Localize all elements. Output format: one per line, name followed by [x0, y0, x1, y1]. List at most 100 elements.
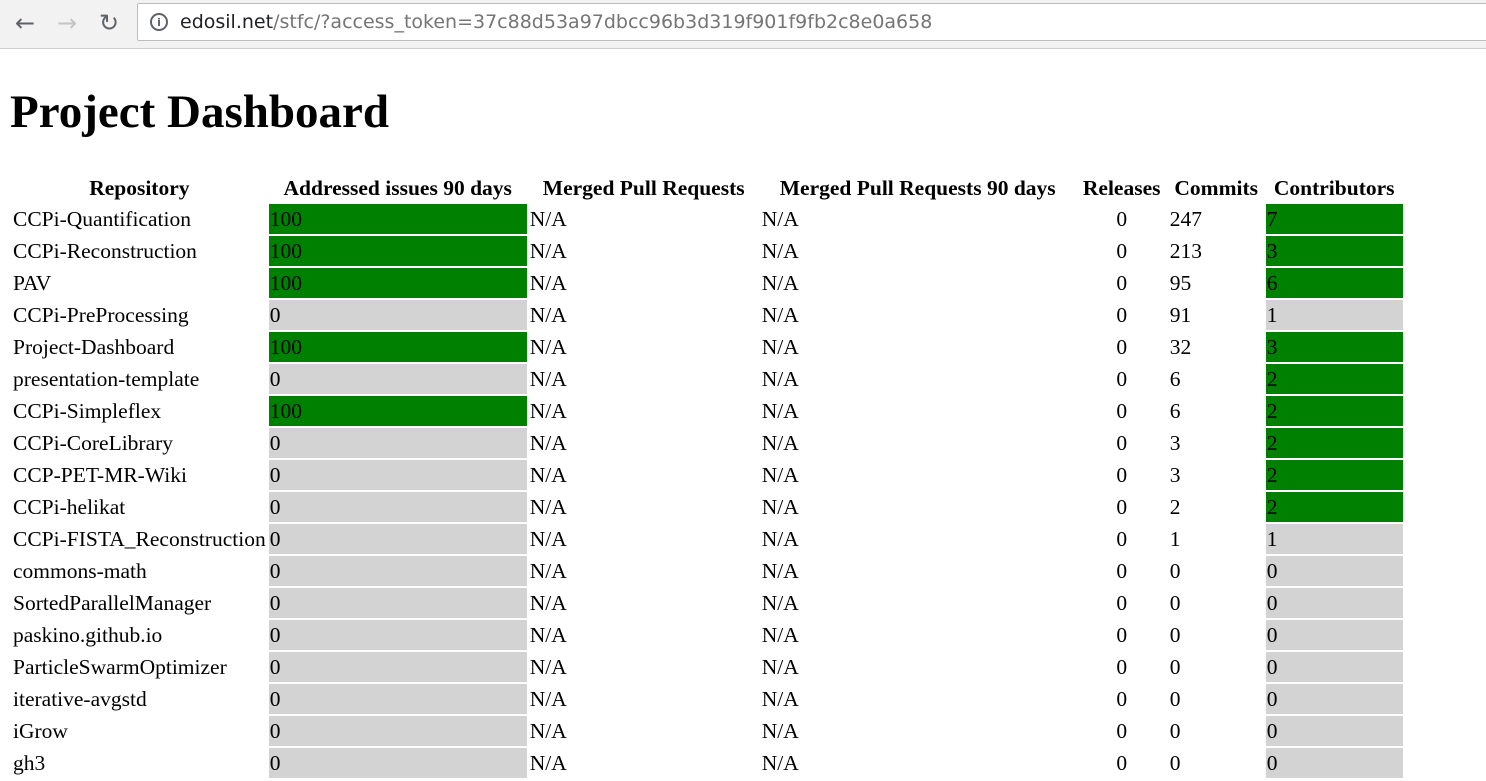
contributors-cell: 3	[1265, 236, 1403, 266]
releases-cell: 0	[1116, 751, 1128, 775]
releases-cell: 0	[1116, 303, 1128, 327]
merged-pull-requests-cell: N/A	[529, 591, 567, 615]
releases-cell: 0	[1116, 495, 1128, 519]
merged-pull-requests-90-cell: N/A	[761, 463, 799, 487]
table-body: CCPi-Quantification 100 N/A N/A 0 247 7 CCPi-Re…	[12, 204, 1403, 778]
commits-cell: 95	[1169, 271, 1192, 295]
merged-pull-requests-cell: N/A	[529, 559, 567, 583]
merged-pull-requests-90-cell: N/A	[761, 687, 799, 711]
commits-cell: 0	[1169, 719, 1181, 743]
repository-cell: CCPi-CoreLibrary	[13, 431, 174, 455]
browser-toolbar: ← → ↻ i edosil.net/stfc/?access_token=37…	[0, 0, 1486, 49]
repository-cell: CCPi-FISTA_Reconstruction	[13, 527, 266, 551]
address-bar[interactable]: i edosil.net/stfc/?access_token=37c88d53…	[137, 3, 1486, 41]
commits-cell: 6	[1169, 399, 1181, 423]
releases-cell: 0	[1116, 591, 1128, 615]
repository-cell: commons-math	[13, 559, 147, 583]
merged-pull-requests-cell: N/A	[529, 687, 567, 711]
info-icon[interactable]: i	[150, 13, 168, 31]
header-commits: Commits	[1174, 175, 1258, 200]
merged-pull-requests-cell: N/A	[529, 431, 567, 455]
commits-cell: 0	[1169, 687, 1181, 711]
table-header-row: Repository Addressed issues 90 days Merg…	[12, 174, 1403, 202]
reload-icon[interactable]: ↻	[92, 6, 126, 40]
contributors-cell: 0	[1265, 556, 1403, 586]
addressed-issues-cell: 0	[268, 428, 527, 458]
merged-pull-requests-90-cell: N/A	[761, 367, 799, 391]
header-merged-pull-requests: Merged Pull Requests	[542, 175, 745, 200]
releases-cell: 0	[1116, 335, 1128, 359]
addressed-issues-cell: 0	[268, 364, 527, 394]
repository-cell: gh3	[13, 751, 46, 775]
repository-cell: iterative-avgstd	[13, 687, 147, 711]
contributors-cell: 0	[1265, 684, 1403, 714]
merged-pull-requests-90-cell: N/A	[761, 431, 799, 455]
contributors-cell: 0	[1265, 620, 1403, 650]
merged-pull-requests-cell: N/A	[529, 751, 567, 775]
commits-cell: 0	[1169, 623, 1181, 647]
commits-cell: 6	[1169, 367, 1181, 391]
merged-pull-requests-cell: N/A	[529, 207, 567, 231]
releases-cell: 0	[1116, 719, 1128, 743]
addressed-issues-cell: 0	[268, 300, 527, 330]
contributors-cell: 0	[1265, 748, 1403, 778]
merged-pull-requests-cell: N/A	[529, 527, 567, 551]
url-text[interactable]: edosil.net/stfc/?access_token=37c88d53a9…	[180, 11, 932, 33]
table-row: presentation-template 0 N/A N/A 0 6 2	[12, 364, 1403, 394]
header-addressed-issues: Addressed issues 90 days	[283, 175, 512, 200]
table-row: CCP-PET-MR-Wiki 0 N/A N/A 0 3 2	[12, 460, 1403, 490]
releases-cell: 0	[1116, 527, 1128, 551]
contributors-cell: 6	[1265, 268, 1403, 298]
addressed-issues-cell: 100	[268, 332, 527, 362]
table-row: PAV 100 N/A N/A 0 95 6	[12, 268, 1403, 298]
releases-cell: 0	[1116, 271, 1128, 295]
contributors-cell: 0	[1265, 716, 1403, 746]
repository-cell: CCPi-Quantification	[13, 207, 191, 231]
repository-cell: PAV	[13, 271, 52, 295]
merged-pull-requests-90-cell: N/A	[761, 239, 799, 263]
addressed-issues-cell: 0	[268, 716, 527, 746]
commits-cell: 213	[1169, 239, 1202, 263]
merged-pull-requests-cell: N/A	[529, 239, 567, 263]
releases-cell: 0	[1116, 399, 1128, 423]
releases-cell: 0	[1116, 431, 1128, 455]
merged-pull-requests-90-cell: N/A	[761, 655, 799, 679]
contributors-cell: 2	[1265, 492, 1403, 522]
commits-cell: 3	[1169, 463, 1181, 487]
forward-arrow-icon[interactable]: →	[50, 6, 84, 40]
releases-cell: 0	[1116, 687, 1128, 711]
contributors-cell: 2	[1265, 396, 1403, 426]
merged-pull-requests-90-cell: N/A	[761, 207, 799, 231]
url-path: /stfc/?access_token=37c88d53a97dbcc96b3d…	[273, 11, 933, 33]
table-row: CCPi-FISTA_Reconstruction 0 N/A N/A 0 1 1	[12, 524, 1403, 554]
header-repository: Repository	[89, 175, 190, 200]
addressed-issues-cell: 0	[268, 652, 527, 682]
table-row: iterative-avgstd 0 N/A N/A 0 0 0	[12, 684, 1403, 714]
addressed-issues-cell: 100	[268, 268, 527, 298]
repository-cell: CCP-PET-MR-Wiki	[13, 463, 187, 487]
repository-cell: ParticleSwarmOptimizer	[13, 655, 227, 679]
header-contributors: Contributors	[1273, 175, 1395, 200]
table-row: Project-Dashboard 100 N/A N/A 0 32 3	[12, 332, 1403, 362]
merged-pull-requests-cell: N/A	[529, 271, 567, 295]
contributors-cell: 2	[1265, 428, 1403, 458]
commits-cell: 0	[1169, 559, 1181, 583]
repository-cell: CCPi-Reconstruction	[13, 239, 197, 263]
back-arrow-icon[interactable]: ←	[8, 6, 42, 40]
releases-cell: 0	[1116, 463, 1128, 487]
merged-pull-requests-cell: N/A	[529, 303, 567, 327]
repository-cell: iGrow	[13, 719, 68, 743]
addressed-issues-cell: 100	[268, 236, 527, 266]
merged-pull-requests-90-cell: N/A	[761, 751, 799, 775]
merged-pull-requests-cell: N/A	[529, 655, 567, 679]
addressed-issues-cell: 0	[268, 588, 527, 618]
contributors-cell: 2	[1265, 460, 1403, 490]
merged-pull-requests-90-cell: N/A	[761, 719, 799, 743]
merged-pull-requests-90-cell: N/A	[761, 335, 799, 359]
releases-cell: 0	[1116, 367, 1128, 391]
merged-pull-requests-cell: N/A	[529, 399, 567, 423]
contributors-cell: 1	[1265, 300, 1403, 330]
merged-pull-requests-cell: N/A	[529, 719, 567, 743]
commits-cell: 32	[1169, 335, 1192, 359]
merged-pull-requests-cell: N/A	[529, 623, 567, 647]
